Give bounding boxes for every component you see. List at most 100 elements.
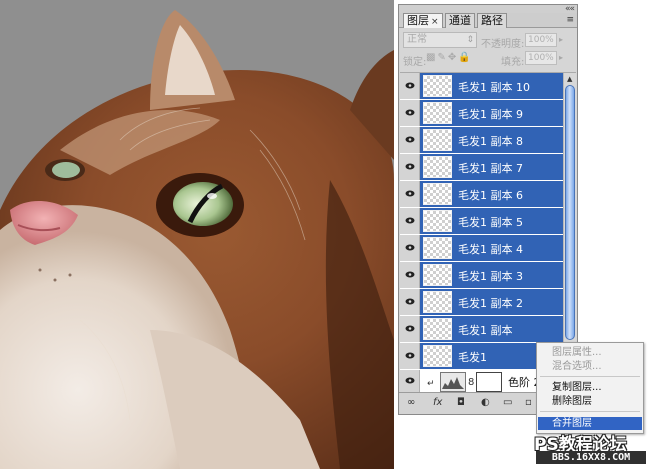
visibility-toggle[interactable] xyxy=(400,316,420,342)
tab-channels[interactable]: 通道 xyxy=(445,13,475,28)
layer-thumbnail xyxy=(423,183,452,205)
eye-icon xyxy=(405,377,415,384)
adjustment-icon[interactable]: ◐ xyxy=(481,397,490,408)
layer-name: 毛发1 副本 7 xyxy=(458,162,523,175)
layer-name: 毛发1 xyxy=(458,351,487,364)
menu-item-duplicate-layer[interactable]: 复制图层... xyxy=(538,381,642,394)
menu-item-merge-layers[interactable]: 合并图层 xyxy=(538,417,642,430)
menu-separator xyxy=(540,376,640,377)
visibility-toggle[interactable] xyxy=(400,73,420,99)
layer-name: 毛发1 副本 5 xyxy=(458,216,523,229)
layer-name: 毛发1 副本 9 xyxy=(458,108,523,121)
menu-separator xyxy=(540,411,640,412)
blend-opacity-row: 正常 ⇕ 不透明度: 100% ▸ xyxy=(399,28,577,50)
panel-title-bar[interactable]: «« xyxy=(399,4,577,14)
group-icon[interactable]: ▭ xyxy=(503,397,512,408)
levels-icon xyxy=(440,372,466,392)
layer-row[interactable]: 毛发1 副本 3 xyxy=(400,262,563,289)
context-menu: 图层属性... 混合选项... 复制图层... 删除图层 合并图层 xyxy=(536,342,644,434)
layer-name: 毛发1 副本 3 xyxy=(458,270,523,283)
panel-tabs: 图层 × 通道 路径 ≡ xyxy=(399,13,577,28)
layer-thumbnail xyxy=(423,345,452,367)
layer-thumbnail xyxy=(423,129,452,151)
layer-thumbnail xyxy=(423,291,452,313)
visibility-toggle[interactable] xyxy=(400,208,420,234)
eye-icon xyxy=(405,352,415,359)
visibility-toggle[interactable] xyxy=(400,235,420,261)
document-canvas[interactable] xyxy=(0,0,394,469)
layer-row[interactable]: 毛发1 副本 2 xyxy=(400,289,563,316)
layer-thumbnail xyxy=(423,237,452,259)
chevron-updown-icon: ⇕ xyxy=(466,35,474,45)
chevron-right-icon[interactable]: ▸ xyxy=(559,35,563,44)
opacity-label: 不透明度: xyxy=(481,39,525,50)
layer-row[interactable]: 毛发1 副本 5 xyxy=(400,208,563,235)
link-icon[interactable]: 8 xyxy=(468,377,474,388)
layer-mask-thumbnail xyxy=(476,372,502,392)
clipping-arrow-icon: ↵ xyxy=(427,379,435,389)
eye-icon xyxy=(405,136,415,143)
visibility-toggle[interactable] xyxy=(400,262,420,288)
lock-label: 锁定: xyxy=(403,57,427,68)
layer-thumbnail xyxy=(423,264,452,286)
fx-icon[interactable]: fx xyxy=(433,397,442,408)
layer-row[interactable]: 毛发1 副本 xyxy=(400,316,563,343)
menu-item-layer-properties[interactable]: 图层属性... xyxy=(538,346,642,359)
layer-thumbnail xyxy=(423,75,452,97)
layer-thumbnail xyxy=(423,210,452,232)
eye-icon xyxy=(405,82,415,89)
menu-item-blending-options[interactable]: 混合选项... xyxy=(538,360,642,373)
blend-mode-value: 正常 xyxy=(407,34,427,45)
eye-icon xyxy=(405,163,415,170)
layer-row[interactable]: 毛发1 副本 7 xyxy=(400,154,563,181)
visibility-toggle[interactable] xyxy=(400,154,420,180)
visibility-toggle[interactable] xyxy=(400,181,420,207)
eye-icon xyxy=(405,109,415,116)
eye-icon xyxy=(405,325,415,332)
layer-name: 毛发1 副本 4 xyxy=(458,243,523,256)
layer-row[interactable]: 毛发1 副本 10 xyxy=(400,73,563,100)
visibility-toggle[interactable] xyxy=(400,100,420,126)
layer-row[interactable]: 毛发1 副本 6 xyxy=(400,181,563,208)
eye-icon xyxy=(405,244,415,251)
layer-row[interactable]: 毛发1 副本 4 xyxy=(400,235,563,262)
tab-paths[interactable]: 路径 xyxy=(477,13,507,28)
new-layer-icon[interactable]: ▫ xyxy=(525,397,532,408)
eye-icon xyxy=(405,271,415,278)
scroll-up-icon[interactable]: ▲ xyxy=(567,75,572,83)
tab-label: 图层 xyxy=(407,14,429,27)
visibility-toggle[interactable] xyxy=(400,127,420,153)
panel-menu-icon[interactable]: ≡ xyxy=(566,15,574,25)
lock-fill-row: 锁定: ▩✎✥🔒 填充: 100% ▸ xyxy=(399,50,577,70)
layer-name: 毛发1 副本 6 xyxy=(458,189,523,202)
menu-item-delete-layer[interactable]: 删除图层 xyxy=(538,395,642,408)
visibility-toggle[interactable] xyxy=(400,370,420,392)
tab-label: 路径 xyxy=(481,14,503,27)
link-icon[interactable]: ∞ xyxy=(407,397,415,408)
opacity-field[interactable]: 100% xyxy=(525,33,557,47)
tab-label: 通道 xyxy=(449,14,471,27)
chevron-right-icon[interactable]: ▸ xyxy=(559,53,563,62)
layer-thumbnail xyxy=(423,318,452,340)
lock-icons[interactable]: ▩✎✥🔒 xyxy=(426,52,473,63)
fill-field[interactable]: 100% xyxy=(525,51,557,65)
visibility-toggle[interactable] xyxy=(400,343,420,369)
blend-mode-select[interactable]: 正常 ⇕ xyxy=(403,32,477,48)
close-icon[interactable]: × xyxy=(431,17,439,27)
visibility-toggle[interactable] xyxy=(400,289,420,315)
layer-row[interactable]: 毛发1 副本 9 xyxy=(400,100,563,127)
layer-name: 毛发1 副本 10 xyxy=(458,81,530,94)
scroll-thumb[interactable] xyxy=(565,85,575,340)
mask-icon[interactable]: ◘ xyxy=(457,397,465,408)
tab-layers[interactable]: 图层 × xyxy=(403,13,443,28)
layer-thumbnail xyxy=(423,102,452,124)
watermark: PS教程论坛 BBS.16XX8.COM xyxy=(534,430,648,466)
fill-label: 填充: xyxy=(501,57,525,68)
watermark-url: BBS.16XX8.COM xyxy=(536,451,646,464)
layer-row[interactable]: 毛发1 副本 8 xyxy=(400,127,563,154)
layer-name: 毛发1 副本 8 xyxy=(458,135,523,148)
layer-name: 毛发1 副本 xyxy=(458,324,513,337)
cat-painting xyxy=(0,0,394,469)
eye-icon xyxy=(405,217,415,224)
eye-icon xyxy=(405,190,415,197)
